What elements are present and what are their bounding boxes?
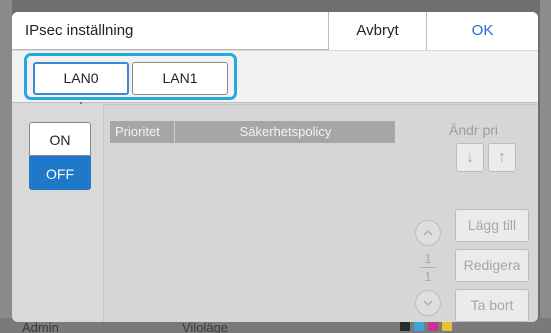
ink-level-icons <box>400 321 452 331</box>
policy-table-header: Prioritet Säkerhetspolicy <box>110 121 395 143</box>
change-priority-label: Ändr pri <box>449 122 499 138</box>
page-current: 1 <box>424 251 432 266</box>
lan-tab-highlight: LAN0 LAN1 <box>24 53 237 100</box>
off-button[interactable]: OFF <box>29 156 91 190</box>
edit-button[interactable]: Redigera <box>455 249 529 282</box>
background-screen-edge <box>0 0 12 333</box>
ink-cyan-icon <box>414 321 424 331</box>
ink-black-icon <box>400 321 410 331</box>
background-screen-edge-right <box>540 0 551 333</box>
ok-button[interactable]: OK <box>427 12 538 50</box>
page-fraction-line <box>420 267 436 268</box>
column-divider <box>174 121 175 143</box>
arrow-up-icon: ↑ <box>498 149 506 166</box>
ipsec-settings-dialog: IPsec inställning Avbryt OK LAN0 LAN1 ON… <box>12 12 538 322</box>
add-button[interactable]: Lägg till <box>455 209 529 242</box>
chevron-down-icon <box>423 300 433 307</box>
dialog-title: IPsec inställning <box>25 22 134 39</box>
page-down-button[interactable] <box>415 290 441 316</box>
policy-pane: Prioritet Säkerhetspolicy Ändr pri ↓ ↑ 1… <box>104 104 538 322</box>
cancel-button[interactable]: Avbryt <box>328 12 427 50</box>
delete-button[interactable]: Ta bort <box>455 289 529 322</box>
column-header-priority: Prioritet <box>115 124 160 139</box>
enable-toggle-pane: ON OFF <box>12 104 104 322</box>
tab-lan0[interactable]: LAN0 <box>33 62 129 95</box>
priority-down-button[interactable]: ↓ <box>456 143 484 172</box>
chevron-up-icon <box>423 229 433 236</box>
ink-yellow-icon <box>442 321 452 331</box>
lan-tab-row: LAN0 LAN1 <box>12 51 538 103</box>
page-total: 1 <box>424 269 432 284</box>
column-header-policy: Säkerhetspolicy <box>239 124 332 139</box>
page-up-button[interactable] <box>415 220 441 246</box>
dialog-titlebar: IPsec inställning Avbryt OK <box>12 12 538 50</box>
on-button[interactable]: ON <box>29 122 91 156</box>
ink-magenta-icon <box>428 321 438 331</box>
tab-lan1[interactable]: LAN1 <box>132 62 228 95</box>
priority-up-button[interactable]: ↑ <box>488 143 516 172</box>
arrow-down-icon: ↓ <box>466 149 474 166</box>
